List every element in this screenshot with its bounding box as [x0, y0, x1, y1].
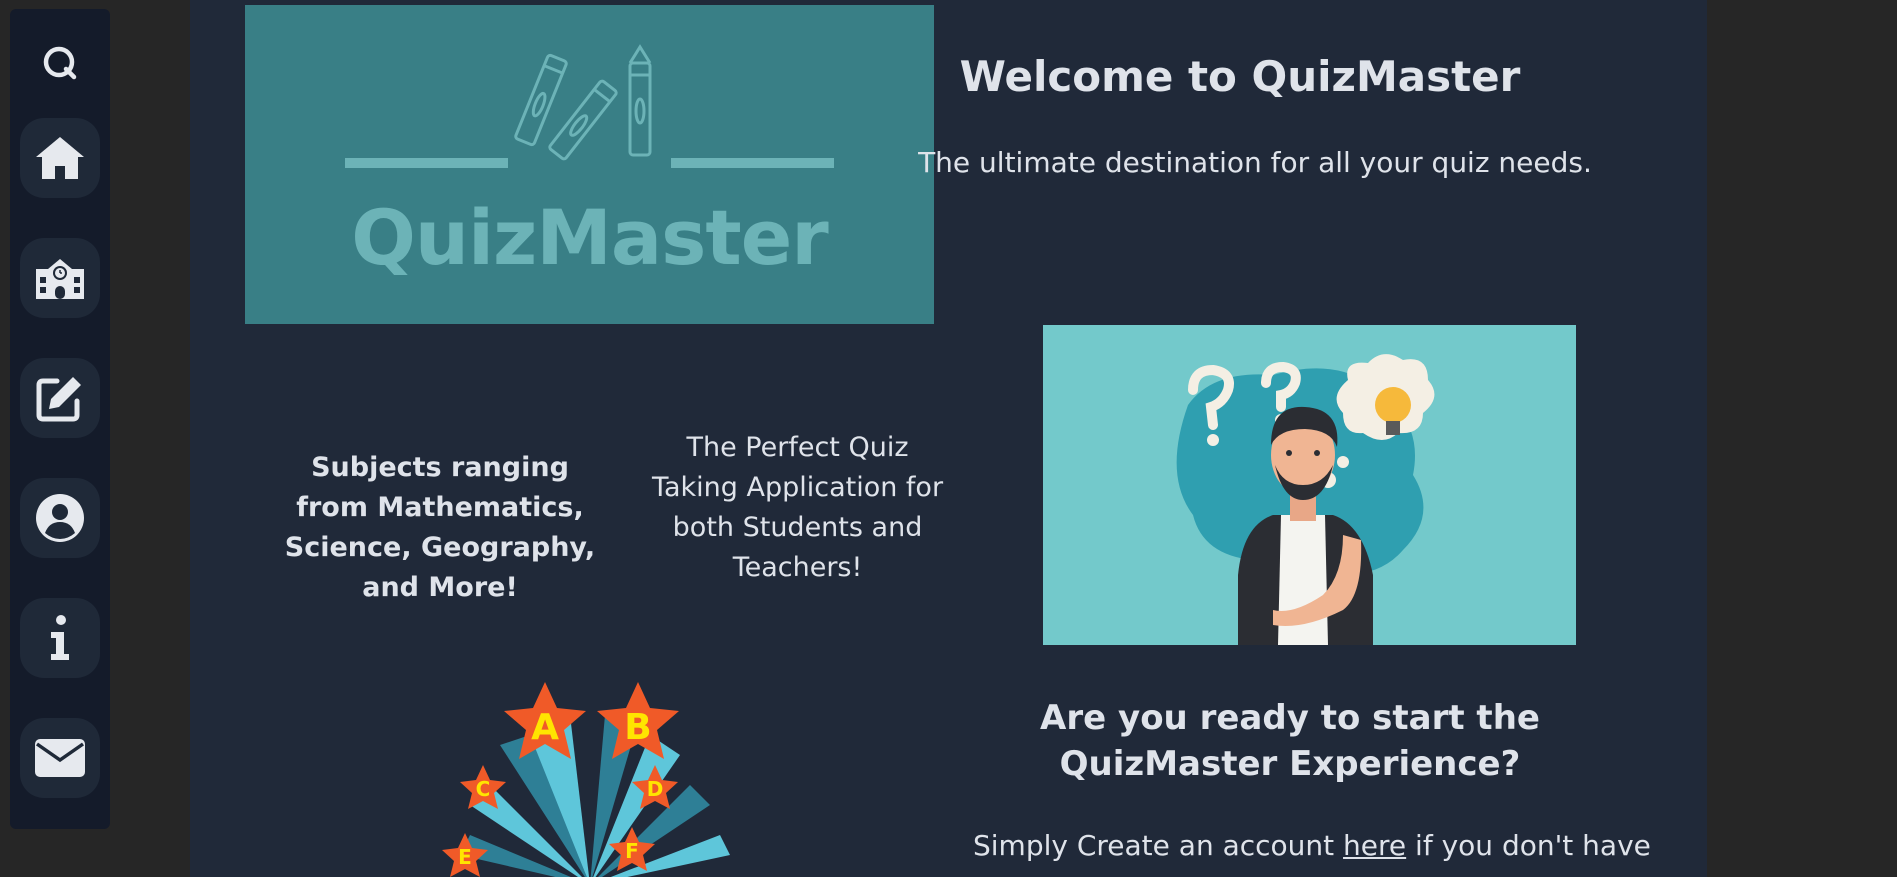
- create-account-link[interactable]: here: [1343, 829, 1406, 862]
- star-letter-d: D: [647, 777, 664, 801]
- logo-wordmark: QuizMaster: [351, 193, 829, 282]
- quizmaster-logo-banner: QuizMaster: [245, 5, 934, 324]
- user-icon: [36, 494, 84, 542]
- sidebar-item-info[interactable]: [20, 598, 100, 678]
- sidebar-item-profile[interactable]: [20, 478, 100, 558]
- star-letter-f: F: [625, 839, 639, 863]
- star-letter-e: E: [458, 845, 472, 869]
- page-subtitle: The ultimate destination for all your qu…: [918, 146, 1592, 179]
- star-letter-b: B: [624, 707, 651, 748]
- mail-icon: [35, 739, 85, 777]
- thinking-person-illustration: [1043, 325, 1576, 645]
- sidebar-item-home[interactable]: [20, 118, 100, 198]
- home-icon: [36, 137, 84, 179]
- cta-text-before: Simply Create an account: [973, 829, 1344, 862]
- sidebar-item-school[interactable]: [20, 238, 100, 318]
- edit-icon: [36, 377, 81, 422]
- grade-stars-illustration: A B C D E F: [400, 675, 780, 877]
- sidebar-item-mail[interactable]: [20, 718, 100, 798]
- info-icon: [51, 615, 69, 660]
- page-title: Welcome to QuizMaster: [959, 52, 1521, 101]
- perfect-quiz-feature-text: The Perfect Quiz Taking Application for …: [651, 432, 944, 583]
- q-logo-icon[interactable]: [38, 41, 82, 85]
- cta-text-after: if you don't have: [1406, 829, 1651, 862]
- subjects-feature-text: Subjects ranging from Mathematics, Scien…: [284, 452, 596, 603]
- cta-text: Simply Create an account here if you don…: [973, 826, 1693, 866]
- star-letter-a: A: [531, 707, 559, 748]
- sidebar-item-edit[interactable]: [20, 358, 100, 438]
- sidebar: [10, 9, 110, 829]
- school-icon: [36, 259, 84, 299]
- main-content: QuizMaster Welcome to QuizMaster The ult…: [190, 0, 1707, 877]
- cta-heading: Are you ready to start the QuizMaster Ex…: [1040, 698, 1540, 784]
- star-letter-c: C: [476, 777, 491, 801]
